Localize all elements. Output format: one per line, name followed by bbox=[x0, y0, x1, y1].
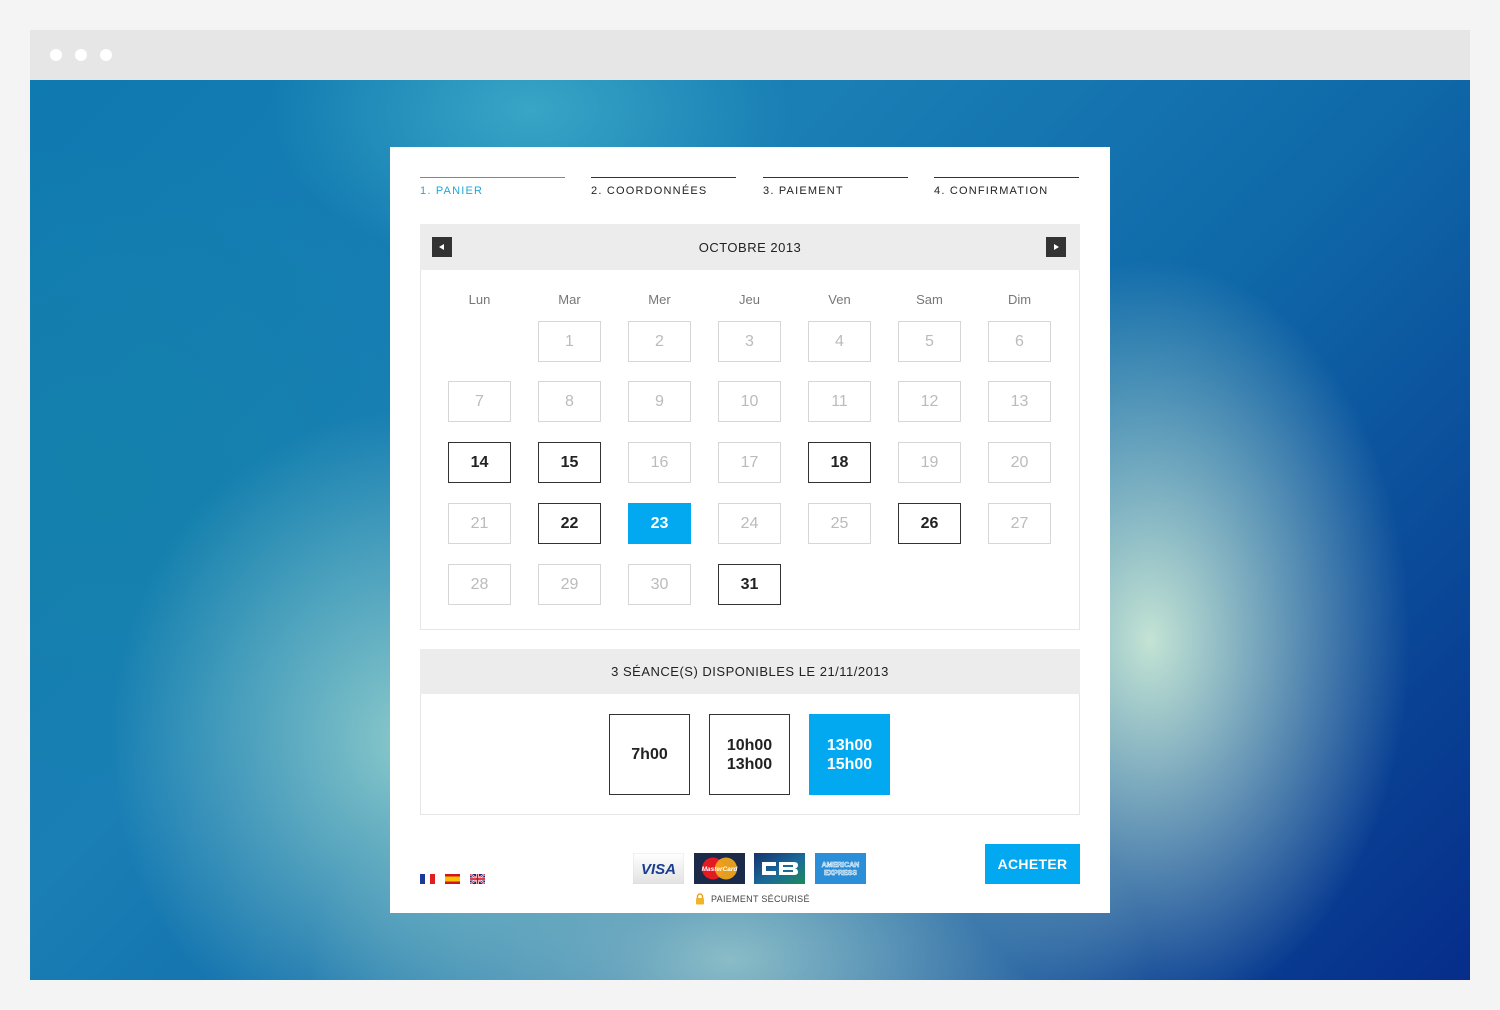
session-slot[interactable]: 10h00 13h00 bbox=[709, 714, 790, 795]
weekday-label: Mar bbox=[558, 292, 581, 307]
amex-text: EXPRESS bbox=[824, 870, 857, 877]
calendar-day: 19 bbox=[898, 442, 961, 483]
calendar-day: 17 bbox=[718, 442, 781, 483]
mastercard-text: MasterCard bbox=[702, 866, 739, 873]
flag-gb-icon[interactable] bbox=[470, 874, 485, 884]
calendar-day: 27 bbox=[988, 503, 1051, 544]
calendar-day: 30 bbox=[628, 564, 691, 605]
session-time: 15h00 bbox=[826, 755, 873, 773]
step-confirmation[interactable]: 4. CONFIRMATION bbox=[934, 177, 1079, 201]
calendar-day: 20 bbox=[988, 442, 1051, 483]
calendar-day: 3 bbox=[718, 321, 781, 362]
flag-fr-icon[interactable] bbox=[420, 874, 435, 884]
calendar-day: 28 bbox=[448, 564, 511, 605]
session-time: 13h00 bbox=[826, 736, 873, 754]
sessions-header: 3 SÉANCE(S) DISPONIBLES LE 21/11/2013 bbox=[420, 649, 1080, 694]
session-time: 13h00 bbox=[726, 755, 773, 773]
step-panier[interactable]: 1. PANIER bbox=[420, 177, 565, 201]
booking-card: 1. PANIER 2. COORDONNÉES 3. PAIEMENT 4. … bbox=[390, 147, 1110, 913]
amex-text: AMERICAN bbox=[822, 862, 860, 869]
calendar-day-available[interactable]: 31 bbox=[718, 564, 781, 605]
cb-logo bbox=[754, 853, 805, 884]
month-title: OCTOBRE 2013 bbox=[698, 240, 802, 255]
calendar-day: 11 bbox=[808, 381, 871, 422]
triangle-right-icon bbox=[1054, 244, 1059, 250]
calendar-day-available[interactable]: 14 bbox=[448, 442, 511, 483]
weekday-label: Lun bbox=[468, 292, 491, 307]
window-dot-icon[interactable] bbox=[100, 49, 112, 61]
weekday-label: Ven bbox=[828, 292, 851, 307]
calendar-day: 6 bbox=[988, 321, 1051, 362]
calendar-day: 12 bbox=[898, 381, 961, 422]
window-titlebar bbox=[30, 30, 1470, 80]
step-coordonnees[interactable]: 2. COORDONNÉES bbox=[591, 177, 736, 201]
secure-payment-note: PAIEMENT SÉCURISÉ bbox=[695, 893, 810, 905]
calendar-day: 21 bbox=[448, 503, 511, 544]
american-express-logo: AMERICAN EXPRESS bbox=[815, 853, 866, 884]
calendar-day: 25 bbox=[808, 503, 871, 544]
next-month-button[interactable] bbox=[1046, 237, 1066, 257]
calendar-day-available[interactable]: 26 bbox=[898, 503, 961, 544]
calendar-day: 4 bbox=[808, 321, 871, 362]
calendar-day: 2 bbox=[628, 321, 691, 362]
visa-logo: VISA bbox=[633, 853, 684, 884]
calendar-day: 1 bbox=[538, 321, 601, 362]
page-background: 1. PANIER 2. COORDONNÉES 3. PAIEMENT 4. … bbox=[30, 80, 1470, 980]
calendar-day-available[interactable]: 18 bbox=[808, 442, 871, 483]
calendar: OCTOBRE 2013 Lun Mar Mer Jeu Ven Sam Dim… bbox=[420, 224, 1080, 630]
calendar-day: 13 bbox=[988, 381, 1051, 422]
session-time: 10h00 bbox=[726, 736, 773, 754]
calendar-day: 16 bbox=[628, 442, 691, 483]
session-slot[interactable]: 7h00 bbox=[609, 714, 690, 795]
window-dot-icon[interactable] bbox=[75, 49, 87, 61]
lock-icon bbox=[696, 893, 704, 905]
weekday-label: Jeu bbox=[739, 292, 760, 307]
calendar-day: 10 bbox=[718, 381, 781, 422]
visa-text: VISA bbox=[641, 861, 676, 878]
calendar-header: OCTOBRE 2013 bbox=[420, 224, 1080, 270]
calendar-day: 9 bbox=[628, 381, 691, 422]
weekday-label: Sam bbox=[916, 292, 943, 307]
window-dot-icon[interactable] bbox=[50, 49, 62, 61]
calendar-day-selected[interactable]: 23 bbox=[628, 503, 691, 544]
calendar-day: 5 bbox=[898, 321, 961, 362]
sessions-panel: 3 SÉANCE(S) DISPONIBLES LE 21/11/2013 7h… bbox=[420, 649, 1080, 815]
weekday-label: Mer bbox=[648, 292, 671, 307]
weekday-label: Dim bbox=[1007, 292, 1032, 307]
session-time: 7h00 bbox=[631, 746, 668, 763]
mastercard-logo: MasterCard bbox=[694, 853, 745, 884]
step-paiement[interactable]: 3. PAIEMENT bbox=[763, 177, 908, 201]
flag-es-icon[interactable] bbox=[445, 874, 460, 884]
calendar-day: 29 bbox=[538, 564, 601, 605]
calendar-day: 24 bbox=[718, 503, 781, 544]
calendar-day-available[interactable]: 15 bbox=[538, 442, 601, 483]
secure-payment-label: PAIEMENT SÉCURISÉ bbox=[711, 894, 810, 904]
buy-button[interactable]: ACHETER bbox=[985, 844, 1080, 884]
calendar-day: 8 bbox=[538, 381, 601, 422]
calendar-day-available[interactable]: 22 bbox=[538, 503, 601, 544]
calendar-day: 7 bbox=[448, 381, 511, 422]
session-slot-selected[interactable]: 13h00 15h00 bbox=[809, 714, 890, 795]
browser-window: 1. PANIER 2. COORDONNÉES 3. PAIEMENT 4. … bbox=[30, 30, 1470, 980]
